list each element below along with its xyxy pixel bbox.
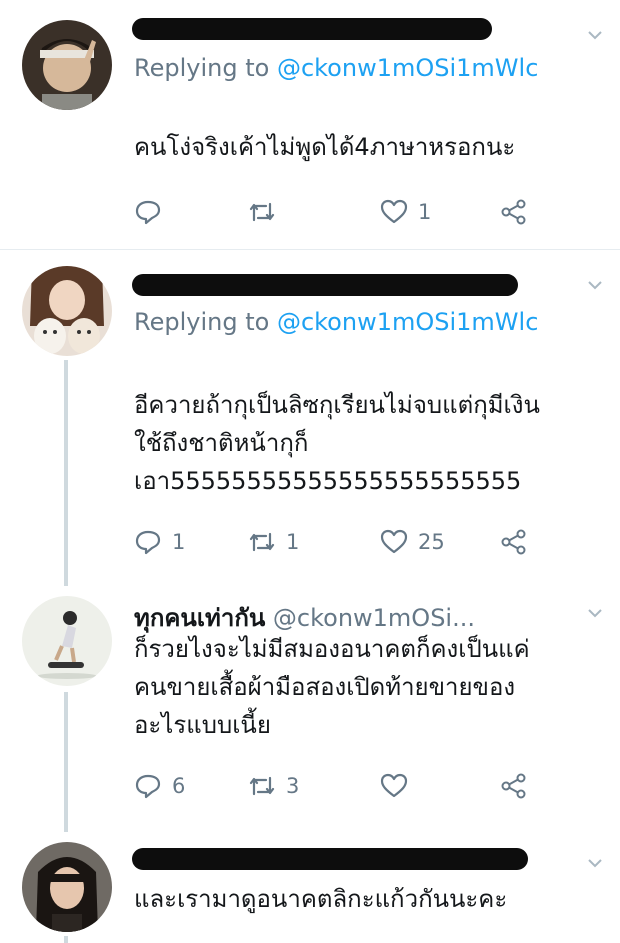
tweet-actions: 6 3 bbox=[134, 768, 554, 804]
reply-button[interactable] bbox=[134, 194, 172, 230]
retweet-icon bbox=[249, 202, 275, 222]
replying-handle-link[interactable]: @ckonw1mOSi1mWlc bbox=[277, 54, 538, 82]
reply-icon bbox=[135, 774, 161, 799]
chevron-down-icon[interactable] bbox=[586, 26, 604, 44]
reply-count: 1 bbox=[172, 530, 186, 554]
share-button[interactable] bbox=[500, 768, 528, 804]
replying-to: Replying to @ckonw1mOSi1mWlc bbox=[134, 54, 538, 82]
avatar[interactable] bbox=[22, 20, 112, 110]
chevron-down-icon[interactable] bbox=[586, 604, 604, 622]
reply-button[interactable]: 6 bbox=[134, 768, 185, 804]
avatar[interactable] bbox=[22, 266, 112, 356]
reply-icon bbox=[135, 530, 161, 555]
tweet-actions: 1 1 25 bbox=[134, 524, 554, 560]
tweet-3[interactable]: ทุกคนเท่ากัน @ckonw1mOSi... ก็รวยไงจะไม่… bbox=[0, 590, 620, 830]
tweet-text-line: อีควายถ้ากุเป็นลิซกุเรียนไม่จบแต่กุมีเงิ… bbox=[134, 391, 540, 419]
tweet-text-line: คนขายเสื้อผ้ามือสองเปิดท้ายขายของ bbox=[134, 673, 516, 701]
tweet-text: อีควายถ้ากุเป็นลิซกุเรียนไม่จบแต่กุมีเงิ… bbox=[134, 386, 604, 500]
like-icon bbox=[380, 529, 408, 554]
avatar-photo bbox=[22, 842, 112, 932]
reply-icon bbox=[135, 200, 161, 225]
redacted-username bbox=[132, 848, 528, 870]
retweet-count: 1 bbox=[286, 530, 300, 554]
tweet-4[interactable]: และเรามาดูอนาคตลิกะแก้วกันนะคะ bbox=[0, 832, 620, 943]
share-icon bbox=[501, 773, 526, 799]
share-icon bbox=[501, 199, 526, 225]
replying-handle-link[interactable]: @ckonw1mOSi1mWlc bbox=[277, 308, 538, 336]
tweet-text-line: ก็รวยไงจะไม่มีสมองอนาคตก็คงเป็นแค่ bbox=[134, 635, 530, 663]
tweet-text: และเรามาดูอนาคตลิกะแก้วกันนะคะ bbox=[134, 885, 508, 913]
like-count: 25 bbox=[418, 530, 445, 554]
like-button[interactable]: 25 bbox=[380, 524, 445, 560]
avatar[interactable] bbox=[22, 842, 112, 932]
avatar-photo bbox=[22, 596, 112, 686]
retweet-icon bbox=[249, 776, 275, 796]
thread-line bbox=[64, 692, 68, 832]
replying-prefix: Replying to bbox=[134, 308, 277, 336]
tweet-text-line: อะไรแบบเนี้ย bbox=[134, 711, 271, 739]
retweet-button[interactable] bbox=[248, 194, 286, 230]
avatar[interactable] bbox=[22, 596, 112, 686]
user-handle[interactable]: @ckonw1mOSi... bbox=[273, 604, 475, 632]
display-name[interactable]: ทุกคนเท่ากัน bbox=[134, 604, 265, 632]
tweet-text-line: ใช้ถึงชาติหน้ากุก็ bbox=[134, 429, 309, 457]
share-icon bbox=[501, 529, 526, 555]
chevron-down-icon[interactable] bbox=[586, 854, 604, 872]
retweet-icon bbox=[249, 532, 275, 552]
like-count: 1 bbox=[418, 200, 432, 224]
like-icon bbox=[380, 199, 408, 224]
reply-button[interactable]: 1 bbox=[134, 524, 185, 560]
share-button[interactable] bbox=[500, 524, 528, 560]
thread-line bbox=[64, 936, 68, 943]
reply-count: 6 bbox=[172, 774, 186, 798]
avatar-photo bbox=[22, 266, 112, 356]
like-icon bbox=[380, 773, 408, 798]
retweet-button[interactable]: 3 bbox=[248, 768, 299, 804]
like-button[interactable]: 1 bbox=[380, 194, 431, 230]
like-button[interactable] bbox=[380, 768, 418, 804]
tweet-actions: 1 bbox=[134, 194, 554, 230]
redacted-username bbox=[132, 18, 492, 40]
chevron-down-icon[interactable] bbox=[586, 276, 604, 294]
tweet-text: คนโง่จริงเค้าไม่พูดได้4ภาษาหรอกนะ bbox=[134, 133, 516, 161]
redacted-username bbox=[132, 274, 518, 296]
share-button[interactable] bbox=[500, 194, 528, 230]
avatar-photo bbox=[22, 20, 112, 110]
tweet-2[interactable]: Replying to @ckonw1mOSi1mWlc อีควายถ้ากุ… bbox=[0, 250, 620, 590]
tweet-1[interactable]: Replying to @ckonw1mOSi1mWlc คนโง่จริงเค… bbox=[0, 0, 620, 248]
tweet-text: ก็รวยไงจะไม่มีสมองอนาคตก็คงเป็นแค่ คนขาย… bbox=[134, 630, 604, 744]
retweet-button[interactable]: 1 bbox=[248, 524, 299, 560]
retweet-count: 3 bbox=[286, 774, 300, 798]
thread-line bbox=[64, 360, 68, 586]
replying-prefix: Replying to bbox=[134, 54, 277, 82]
replying-to: Replying to @ckonw1mOSi1mWlc bbox=[134, 308, 538, 336]
tweet-text-line: เอา55555555555555555555555 bbox=[134, 467, 522, 495]
